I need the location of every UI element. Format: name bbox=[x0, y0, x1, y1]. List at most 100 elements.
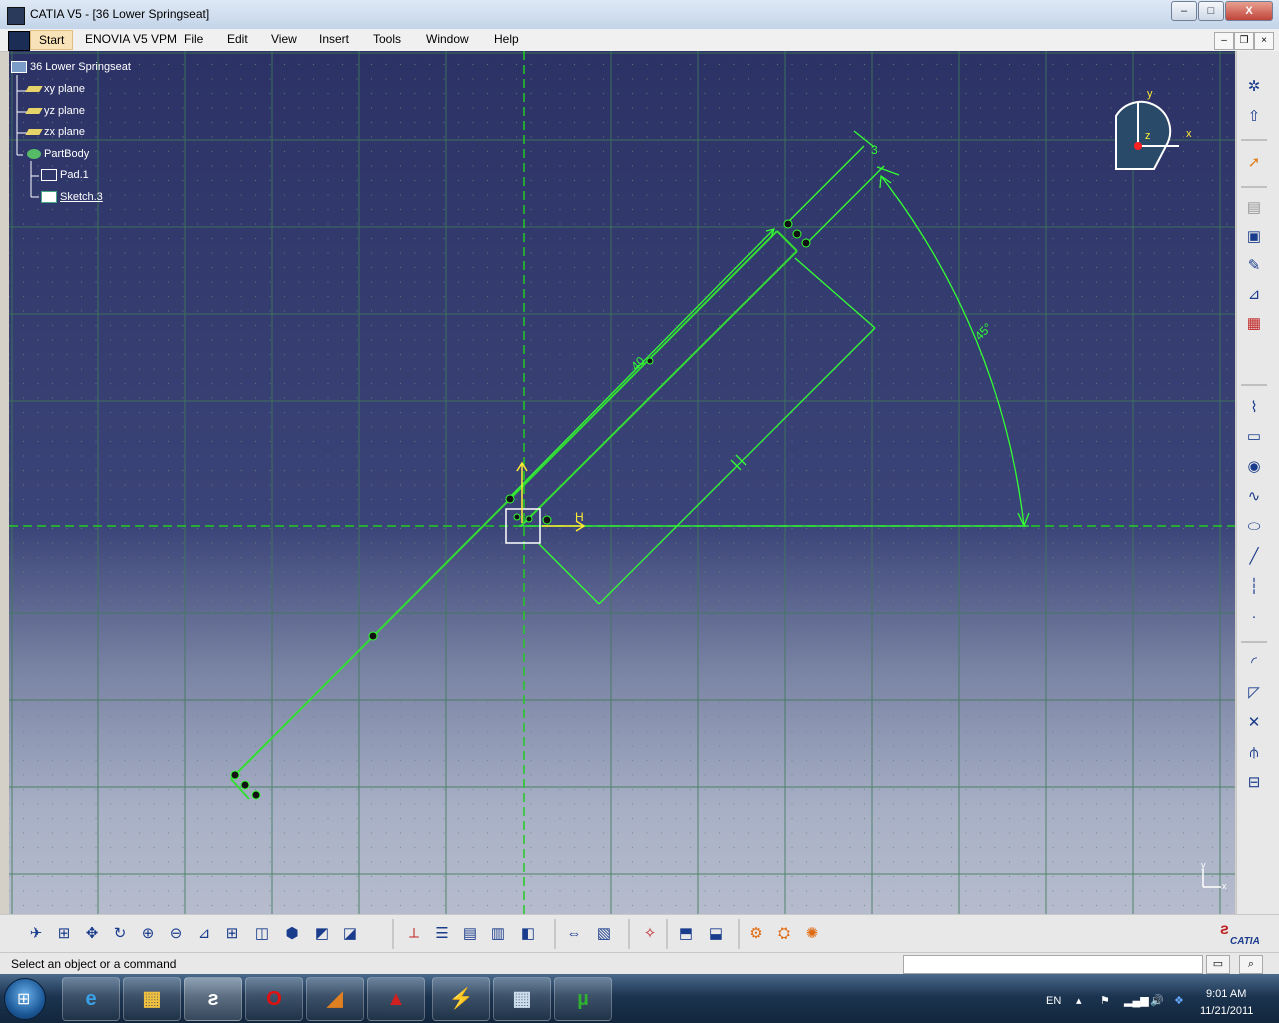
snap-icon[interactable]: ▣ bbox=[1242, 225, 1266, 249]
sketch-analysis-icon[interactable]: ▤ bbox=[458, 923, 482, 945]
sketcher-exit-icon[interactable]: ✲ bbox=[1242, 75, 1266, 99]
tree-sketch[interactable]: Sketch.3 bbox=[41, 191, 103, 204]
winamp-taskbar-icon[interactable]: ⚡ bbox=[432, 977, 490, 1021]
swap-space-icon[interactable]: ◪ bbox=[338, 923, 362, 945]
menu-bar: Start ENOVIA V5 VPM File Edit View Inser… bbox=[0, 29, 1279, 52]
bottom-toolbar: ✈ ⊞ ✥ ↻ ⊕ ⊖ ⊿ ⊞ ◫ ⬢ ◩ ◪ ⟂ ☰ ▤ ▥ ◧ ⇔ ▧ ✧ … bbox=[0, 914, 1279, 953]
menu-insert[interactable]: Insert bbox=[317, 32, 351, 46]
normal-view-icon[interactable]: ⊿ bbox=[192, 923, 216, 945]
exit-workbench-icon[interactable]: ⇧ bbox=[1242, 105, 1266, 129]
axis-icon[interactable]: ┆ bbox=[1242, 575, 1266, 599]
diagnostic-icon[interactable]: ◧ bbox=[516, 923, 540, 945]
corner-icon[interactable]: ◜ bbox=[1242, 651, 1266, 675]
fit-all-icon[interactable]: ⊞ bbox=[52, 923, 76, 945]
tray-network-icon[interactable]: ▂▄▆ bbox=[1124, 994, 1149, 1007]
grid-icon[interactable]: ▤ bbox=[1242, 196, 1266, 220]
profile-icon[interactable]: ⌇ bbox=[1242, 396, 1266, 420]
window-titlebar: CATIA V5 - [36 Lower Springseat] – □ X bbox=[0, 0, 1279, 30]
cut-part-icon[interactable]: ☰ bbox=[430, 923, 454, 945]
tree-pad[interactable]: Pad.1 bbox=[41, 169, 89, 182]
close-button[interactable]: X bbox=[1225, 1, 1273, 21]
project-3d-icon[interactable]: ⊟ bbox=[1242, 771, 1266, 795]
constraint-animate-icon[interactable]: ✺ bbox=[800, 923, 824, 945]
multi-view-icon[interactable]: ⊞ bbox=[220, 923, 244, 945]
shading-icon[interactable]: ⬢ bbox=[280, 923, 304, 945]
circle-icon[interactable]: ◉ bbox=[1242, 455, 1266, 479]
calculator-taskbar-icon[interactable]: ▦ bbox=[493, 977, 551, 1021]
hide-show-icon[interactable]: ◩ bbox=[310, 923, 334, 945]
tray-dropbox-icon[interactable]: ❖ bbox=[1174, 994, 1184, 1007]
opera-taskbar-icon[interactable]: O bbox=[245, 977, 303, 1021]
menu-start[interactable]: Start bbox=[30, 30, 74, 50]
dim-thickness-text[interactable]: 3 bbox=[871, 143, 878, 157]
tree-yz-plane[interactable]: yz plane bbox=[25, 105, 85, 117]
tree-zx-plane[interactable]: zx plane bbox=[25, 126, 85, 138]
chamfer-icon[interactable]: ◸ bbox=[1242, 681, 1266, 705]
catia-menu-logo-icon[interactable] bbox=[8, 31, 30, 51]
spline-icon[interactable]: ∿ bbox=[1242, 485, 1266, 509]
point-icon[interactable]: · bbox=[1242, 605, 1266, 629]
tools-palette-icon[interactable]: ▧ bbox=[592, 923, 616, 945]
pan-icon[interactable]: ✥ bbox=[80, 923, 104, 945]
command-history-icon[interactable]: ▭ bbox=[1206, 955, 1230, 974]
zoom-in-icon[interactable]: ⊕ bbox=[136, 923, 160, 945]
select-arrow-icon[interactable]: ➚ bbox=[1242, 151, 1266, 175]
constraint-auto-icon[interactable]: ⚙ bbox=[744, 923, 768, 945]
sketch-icon bbox=[41, 191, 57, 204]
menu-tools[interactable]: Tools bbox=[371, 32, 403, 46]
command-search-icon[interactable]: ⌕ bbox=[1239, 955, 1263, 974]
menu-file[interactable]: File bbox=[182, 32, 205, 46]
pdf-taskbar-icon[interactable]: ▲ bbox=[367, 977, 425, 1021]
menu-view[interactable]: View bbox=[269, 32, 299, 46]
visual-sketch-icon[interactable]: ▥ bbox=[486, 923, 510, 945]
zoom-out-icon[interactable]: ⊖ bbox=[164, 923, 188, 945]
windows-start-button[interactable]: ⊞ bbox=[4, 978, 46, 1020]
tray-language[interactable]: EN bbox=[1046, 995, 1061, 1007]
doc-minimize-button[interactable]: – bbox=[1214, 32, 1234, 50]
line-icon[interactable]: ╱ bbox=[1242, 545, 1266, 569]
fly-mode-icon[interactable]: ✈ bbox=[24, 923, 48, 945]
sketch-canvas[interactable]: H 40 3 45° y x z y x 36 Lower Springseat… bbox=[9, 51, 1235, 914]
maximize-button[interactable]: □ bbox=[1198, 1, 1224, 21]
rotate-icon[interactable]: ↻ bbox=[108, 923, 132, 945]
catia-taskbar-icon[interactable]: ƨ bbox=[184, 977, 242, 1021]
sketch-drawing[interactable]: H 40 3 45° y x z y x bbox=[9, 51, 1235, 914]
svg-text:x: x bbox=[1222, 881, 1227, 891]
doc-restore-button[interactable]: ❐ bbox=[1234, 32, 1254, 50]
tree-xy-plane[interactable]: xy plane bbox=[25, 83, 85, 95]
tray-expand-icon[interactable]: ▴ bbox=[1076, 994, 1082, 1007]
dimensional-constraints-icon[interactable]: ▦ bbox=[1242, 312, 1266, 336]
ie-taskbar-icon[interactable]: e bbox=[62, 977, 120, 1021]
trim-icon[interactable]: ✕ bbox=[1242, 711, 1266, 735]
knowledge-icon[interactable]: ✧ bbox=[638, 923, 662, 945]
app-taskbar-icon[interactable]: ◢ bbox=[306, 977, 364, 1021]
measure-icon[interactable]: ⇔ bbox=[562, 923, 586, 945]
svg-text:z: z bbox=[1145, 130, 1151, 142]
menu-window[interactable]: Window bbox=[424, 32, 471, 46]
utorrent-taskbar-icon[interactable]: µ bbox=[554, 977, 612, 1021]
menu-edit[interactable]: Edit bbox=[225, 32, 250, 46]
render-style-icon[interactable]: ⬒ bbox=[674, 923, 698, 945]
view-mode-icon[interactable]: ⬓ bbox=[704, 923, 728, 945]
tree-partbody[interactable]: PartBody bbox=[27, 148, 89, 160]
tray-date[interactable]: 11/21/2011 bbox=[1200, 1005, 1253, 1017]
menu-help[interactable]: Help bbox=[492, 32, 521, 46]
tray-flag-icon[interactable]: ⚑ bbox=[1100, 994, 1110, 1007]
normal-to-sketch-icon[interactable]: ⟂ bbox=[402, 923, 426, 945]
ellipse-icon[interactable]: ⬭ bbox=[1242, 515, 1266, 539]
tray-time[interactable]: 9:01 AM bbox=[1206, 988, 1246, 1000]
constraint-fix-icon[interactable]: ⛭ bbox=[772, 923, 796, 945]
geometric-constraints-icon[interactable]: ⊿ bbox=[1242, 283, 1266, 307]
iso-view-icon[interactable]: ◫ bbox=[250, 923, 274, 945]
rectangle-icon[interactable]: ▭ bbox=[1242, 425, 1266, 449]
menu-enovia[interactable]: ENOVIA V5 VPM bbox=[83, 32, 179, 46]
doc-close-button[interactable]: × bbox=[1254, 32, 1274, 50]
construction-icon[interactable]: ✎ bbox=[1242, 254, 1266, 278]
command-input[interactable] bbox=[903, 955, 1203, 974]
mirror-icon[interactable]: ⫛ bbox=[1242, 741, 1266, 765]
minimize-button[interactable]: – bbox=[1171, 1, 1197, 21]
catia-app-icon[interactable] bbox=[7, 7, 25, 25]
tree-root[interactable]: 36 Lower Springseat bbox=[11, 61, 131, 74]
explorer-taskbar-icon[interactable]: ▦ bbox=[123, 977, 181, 1021]
tray-volume-icon[interactable]: 🔊 bbox=[1150, 994, 1164, 1007]
